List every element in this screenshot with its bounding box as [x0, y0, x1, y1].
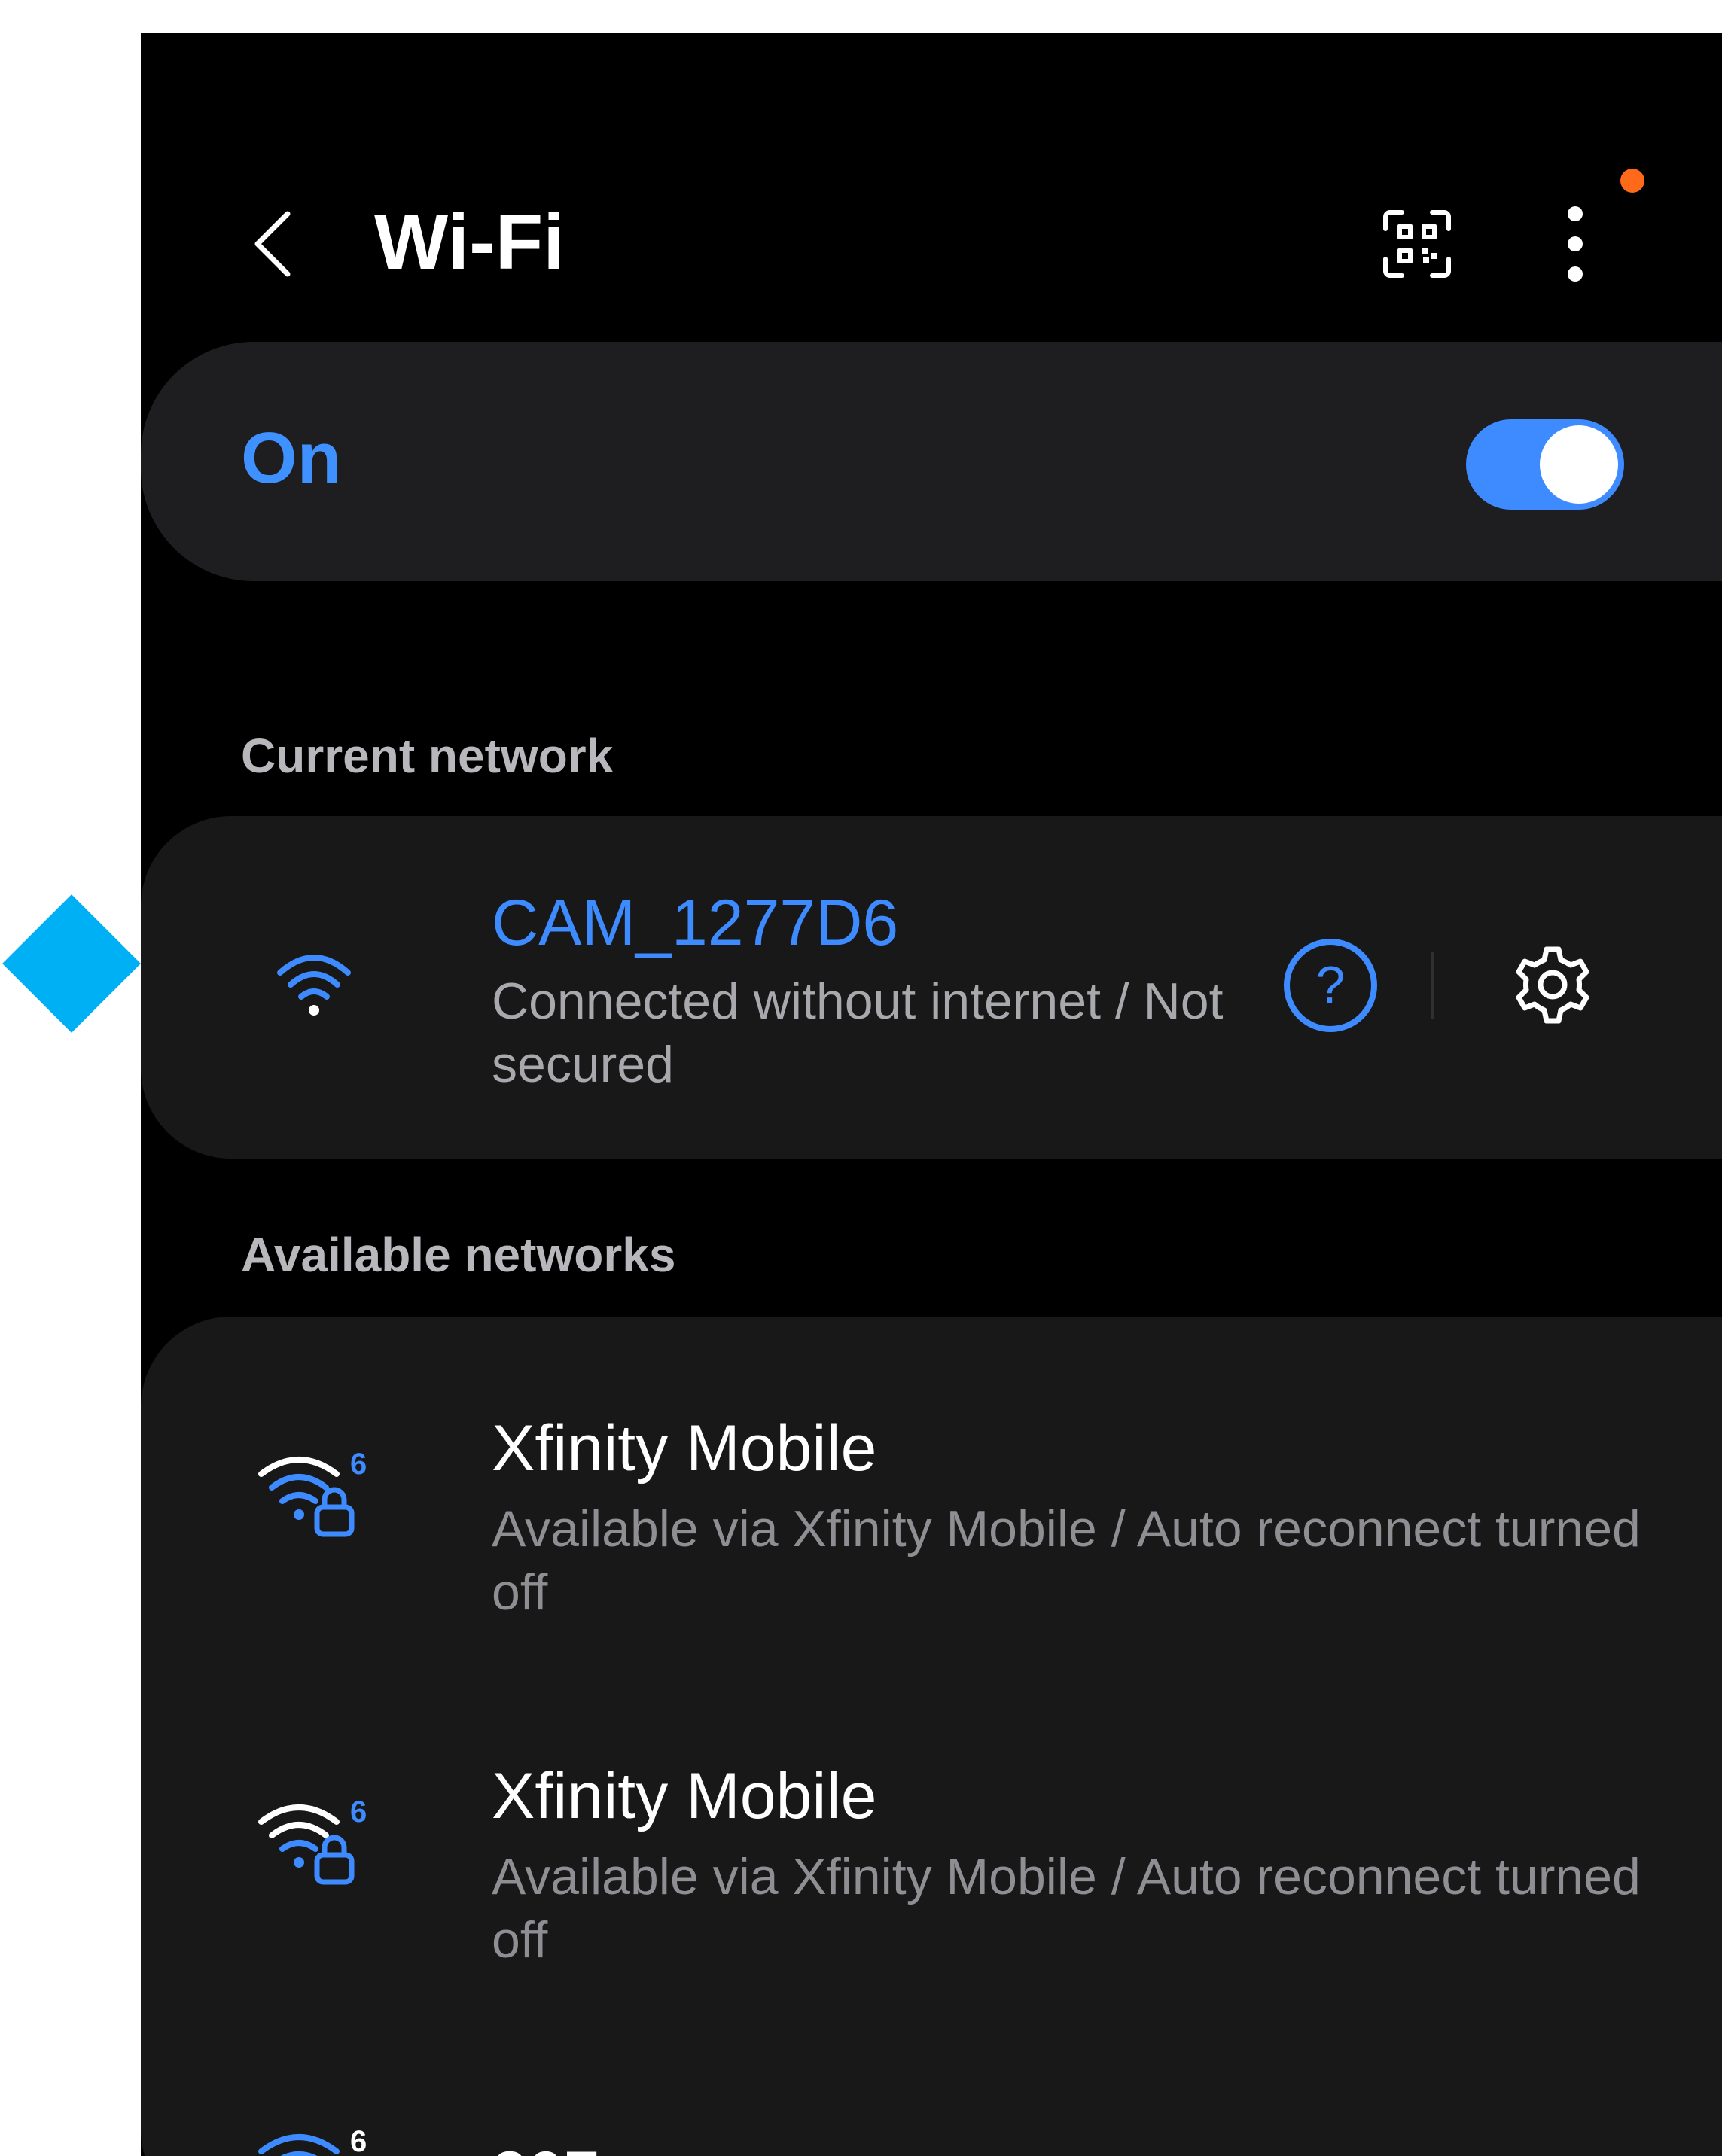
section-label-available: Available networks	[241, 1228, 676, 1282]
app-bar: Wi-Fi	[141, 161, 1722, 327]
section-label-current: Current network	[241, 729, 614, 783]
network-name: 307	[492, 2137, 600, 2156]
current-network-card[interactable]: CAM_1277D6 Connected without internet / …	[141, 816, 1722, 1159]
network-settings-button[interactable]	[1504, 936, 1602, 1034]
wifi-icon	[277, 955, 351, 1016]
wifi-settings-screen: Wi-Fi On Current network CAM_1277D6 Conn…	[141, 33, 1722, 2156]
wifi6-icon: 6	[258, 2125, 367, 2156]
help-button[interactable]: ?	[1282, 936, 1379, 1034]
switch-knob	[1540, 425, 1618, 504]
svg-text:6: 6	[350, 1448, 367, 1481]
page-title: Wi-Fi	[374, 199, 565, 286]
network-signal: 6	[254, 1437, 374, 1542]
wifi-switch[interactable]	[1466, 419, 1624, 510]
svg-text:?: ?	[1316, 955, 1346, 1014]
qr-scan-button[interactable]	[1376, 203, 1458, 285]
more-options-button[interactable]	[1534, 195, 1617, 293]
network-signal: 6	[254, 2115, 374, 2156]
network-status: Available via Xfinity Mobile / Auto reco…	[492, 1500, 1641, 1621]
network-signal	[254, 930, 374, 1036]
current-network-status: Connected without internet / Not secured	[492, 973, 1224, 1093]
gear-icon	[1516, 946, 1589, 1024]
network-list-item[interactable]: 6 307	[141, 2009, 1722, 2156]
available-networks-card: 6 Xfinity Mobile Available via Xfinity M…	[141, 1317, 1722, 2156]
vertical-divider	[1431, 952, 1434, 1019]
network-signal: 6	[254, 1785, 374, 1890]
back-button[interactable]	[231, 203, 314, 285]
network-name: Xfinity Mobile	[492, 1760, 877, 1832]
network-name: Xfinity Mobile	[492, 1412, 877, 1485]
wifi6-lock-icon: 6	[258, 1448, 367, 1537]
svg-text:6: 6	[350, 2125, 367, 2156]
network-list-item[interactable]: 6 Xfinity Mobile Available via Xfinity M…	[141, 1663, 1722, 1994]
wifi-state-label: On	[241, 418, 342, 498]
current-network-name: CAM_1277D6	[492, 887, 899, 959]
pointer-marker	[2, 894, 141, 1033]
chevron-left-icon	[254, 211, 291, 277]
qr-scan-icon	[1383, 210, 1451, 278]
network-status: Available via Xfinity Mobile / Auto reco…	[492, 1848, 1641, 1969]
wifi-toggle-row[interactable]: On	[141, 342, 1722, 581]
wifi6-lock-icon: 6	[258, 1795, 367, 1885]
notification-dot	[1620, 169, 1644, 193]
help-circle-icon: ?	[1284, 939, 1377, 1032]
network-list-item[interactable]: 6 Xfinity Mobile Available via Xfinity M…	[141, 1317, 1722, 1648]
more-vertical-icon	[1568, 206, 1583, 282]
svg-text:6: 6	[350, 1795, 367, 1829]
